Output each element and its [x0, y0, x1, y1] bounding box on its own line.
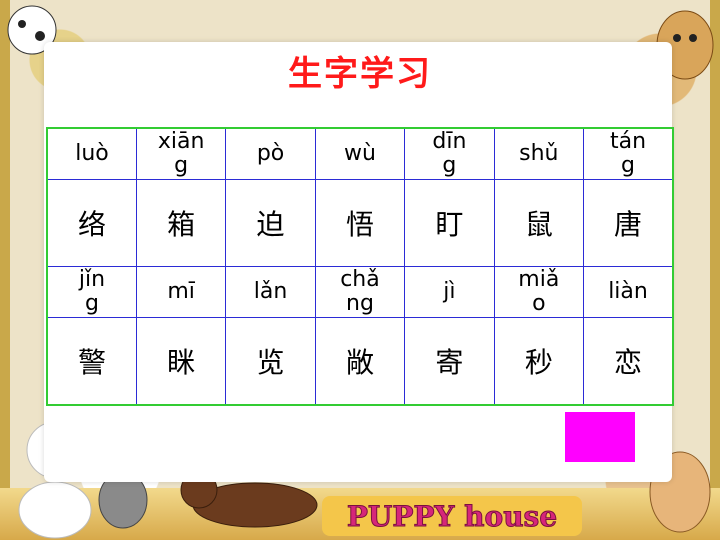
hanzi-cell: 览	[225, 317, 316, 406]
pinyin-cell: lǎn	[225, 266, 316, 318]
hanzi-cell: 眯	[135, 317, 227, 406]
pinyin-cell: luò	[46, 127, 137, 180]
pinyin-cell: pò	[225, 127, 316, 180]
hanzi-cell: 箱	[135, 179, 227, 267]
pinyin-cell: chǎ ng	[314, 266, 406, 318]
pinyin-cell: liàn	[583, 266, 674, 318]
pinyin-cell: miǎ o	[493, 266, 585, 318]
puppy-house-logo: PUPPY house	[322, 496, 582, 536]
hanzi-cell: 盯	[404, 179, 495, 267]
hanzi-row: 警 眯 览 敞 寄 秒 恋	[46, 317, 674, 406]
pinyin-cell: jǐn g	[46, 266, 137, 318]
pinyin-cell: dīn g	[404, 127, 495, 180]
hanzi-cell: 络	[46, 179, 137, 267]
character-table: luò xiān g pò wù dīn g shǔ tán g 络 箱 迫 悟 盯 …	[46, 127, 674, 406]
pinyin-cell: tán g	[583, 127, 674, 180]
pinyin-cell: mī	[135, 266, 227, 318]
hanzi-cell: 警	[46, 317, 137, 406]
pinyin-row: jǐn g mī lǎn chǎ ng jì miǎ o liàn	[46, 266, 674, 318]
svg-text:PUPPY house: PUPPY house	[347, 500, 557, 533]
pinyin-cell: shǔ	[493, 127, 585, 180]
pinyin-cell: xiān g	[135, 127, 227, 180]
hanzi-cell: 悟	[314, 179, 406, 267]
hanzi-cell: 唐	[583, 179, 674, 267]
hanzi-row: 络 箱 迫 悟 盯 鼠 唐	[46, 179, 674, 267]
pinyin-row: luò xiān g pò wù dīn g shǔ tán g	[46, 127, 674, 180]
hanzi-cell: 恋	[583, 317, 674, 406]
magenta-marker-box[interactable]	[565, 412, 635, 462]
hanzi-cell: 迫	[225, 179, 316, 267]
pinyin-cell: jì	[404, 266, 495, 318]
hanzi-cell: 秒	[493, 317, 585, 406]
hanzi-cell: 寄	[404, 317, 495, 406]
pinyin-cell: wù	[314, 127, 406, 180]
hanzi-cell: 敞	[314, 317, 406, 406]
hanzi-cell: 鼠	[493, 179, 585, 267]
slide-title: 生字学习	[288, 54, 432, 94]
